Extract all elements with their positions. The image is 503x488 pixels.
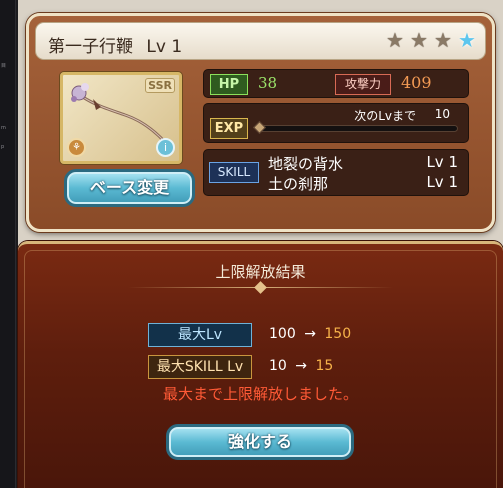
result-message: 最大まで上限解放しました。 (162, 385, 358, 403)
sidebar-glyph: p (1, 144, 5, 150)
star-icon: ★ (434, 28, 452, 52)
dialog-title: 上限解放結果 (215, 263, 306, 281)
max-skill-lv-change: 10 → 15 (269, 358, 333, 374)
weapon-level-text: Lv 1 (146, 37, 183, 57)
exp-bar (258, 125, 458, 132)
skill-name: 地裂の背水 (268, 155, 344, 173)
max-lv-change: 100 → 150 (269, 326, 351, 342)
skill-name: 土の刹那 (268, 175, 329, 193)
exp-next-value: 10 (434, 107, 450, 121)
rarity-stars: ★ ★ ★ ★ (385, 30, 477, 50)
diamond-icon (254, 281, 267, 294)
max-lv-label: 最大Lv (148, 323, 252, 347)
info-icon[interactable]: i (156, 138, 175, 157)
fire-element-icon: ⚘ (67, 138, 86, 157)
base-change-button[interactable]: ベース変更 (64, 169, 195, 207)
weapon-title-bar: 第一子行鞭 Lv 1 ★ ★ ★ ★ (35, 22, 486, 60)
star-icon: ★ (386, 28, 404, 52)
arrow-icon: → (295, 358, 308, 374)
exp-next-label: 次のLvまで (354, 109, 416, 123)
limit-break-result-dialog: 上限解放結果 最大Lv 100 → 150 最大SKILL Lv 10 → 15… (18, 241, 503, 488)
weapon-thumbnail[interactable]: SSR ⚘ i (60, 72, 182, 164)
hp-label: HP (210, 74, 248, 95)
max-lv-old: 100 (269, 326, 296, 342)
rarity-badge: SSR (145, 78, 175, 93)
max-skill-new: 15 (315, 358, 334, 374)
max-skill-lv-label: 最大SKILL Lv (148, 355, 252, 379)
reinforce-button[interactable]: 強化する (166, 424, 354, 460)
star-icon: ★ (458, 28, 476, 52)
hp-value: 38 (258, 74, 278, 92)
attack-label: 攻撃力 (335, 74, 391, 95)
weapon-card: 第一子行鞭 Lv 1 ★ ★ ★ ★ SSR ⚘ i ベース変更 HP 38 攻… (26, 13, 495, 232)
game-area: 第一子行鞭 Lv 1 ★ ★ ★ ★ SSR ⚘ i ベース変更 HP 38 攻… (18, 0, 503, 488)
sidebar-glyph: m (1, 125, 6, 131)
attack-value: 409 (401, 73, 432, 92)
exp-panel: EXP 次のLvまで 10 (203, 103, 469, 143)
skill-level: Lv 1 (426, 173, 458, 191)
arrow-icon: → (304, 326, 316, 342)
stats-panel: HP 38 攻撃力 409 (203, 69, 469, 98)
skill-panel: SKILL 地裂の背水 Lv 1 土の刹那 Lv 1 (203, 149, 469, 196)
max-skill-old: 10 (269, 358, 287, 374)
star-icon: ★ (410, 28, 428, 52)
sidebar-glyph: 目 (1, 63, 7, 69)
skill-level: Lv 1 (426, 153, 458, 171)
browser-sidebar: 目 m p (0, 0, 16, 488)
weapon-name: 第一子行鞭 Lv 1 (48, 32, 182, 57)
exp-label: EXP (210, 118, 248, 139)
skill-label: SKILL (209, 162, 259, 183)
weapon-name-text: 第一子行鞭 (48, 37, 133, 57)
max-lv-new: 150 (324, 326, 352, 342)
